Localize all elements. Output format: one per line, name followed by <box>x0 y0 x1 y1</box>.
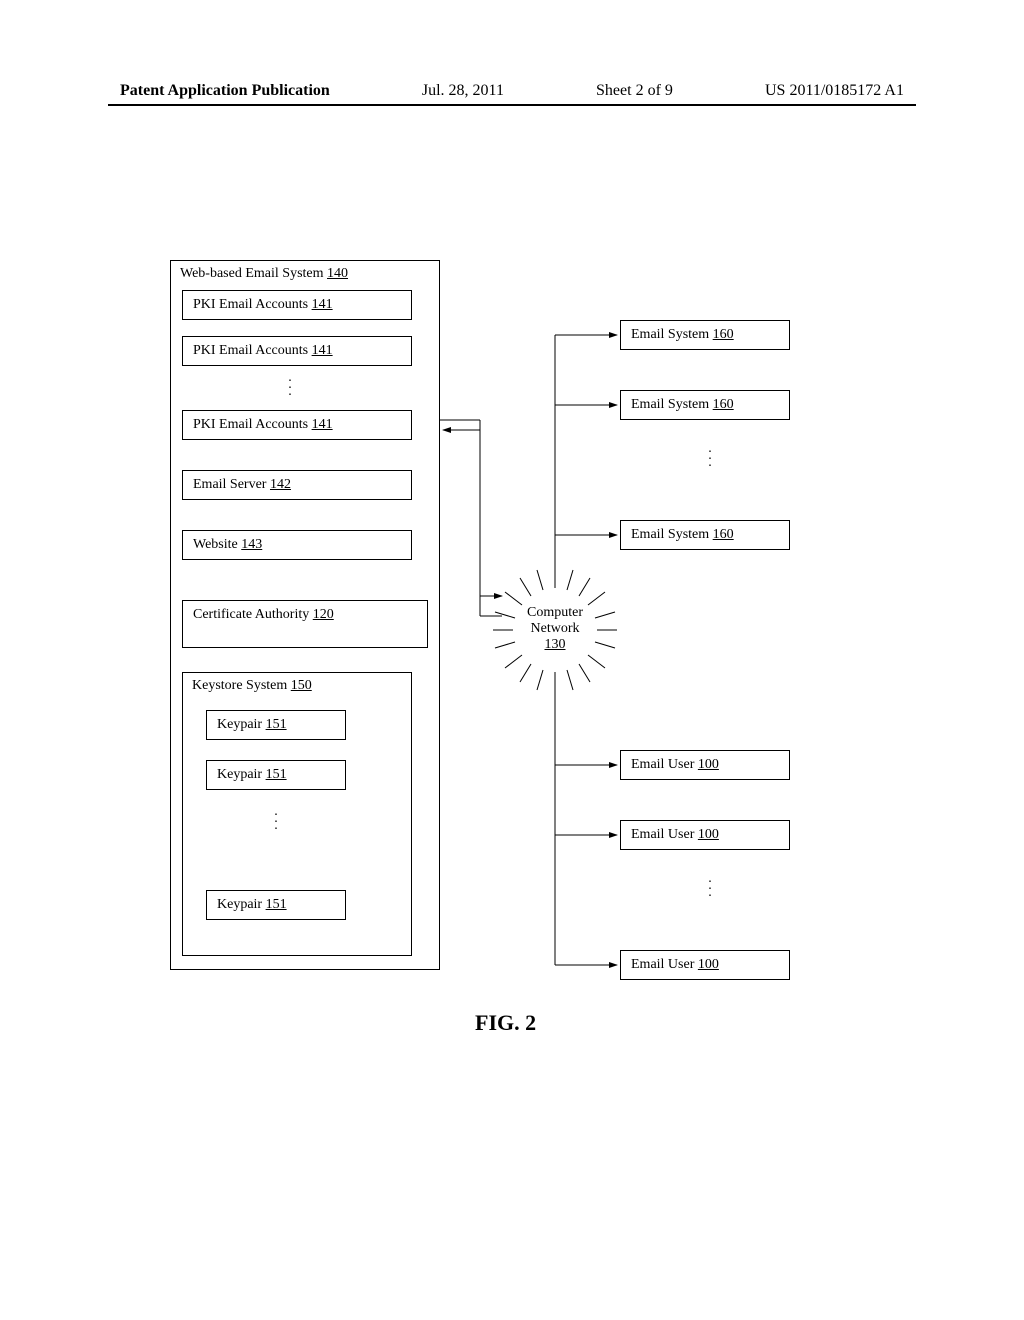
header-docnum: US 2011/0185172 A1 <box>765 82 904 100</box>
header-sheet: Sheet 2 of 9 <box>596 82 673 100</box>
figure-diagram: Web-based Email System 140 PKI Email Acc… <box>170 260 870 1020</box>
page-header: Patent Application Publication Jul. 28, … <box>120 82 904 100</box>
header-rule <box>108 104 916 106</box>
header-date: Jul. 28, 2011 <box>422 82 504 100</box>
computer-network-label: Computer Network 130 <box>520 605 590 653</box>
figure-caption: FIG. 2 <box>475 1010 536 1036</box>
header-publication: Patent Application Publication <box>120 82 330 100</box>
